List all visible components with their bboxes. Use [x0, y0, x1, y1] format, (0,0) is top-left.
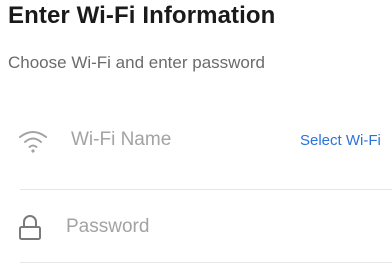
- wifi-name-field[interactable]: Wi-Fi Name Select Wi-Fi: [0, 118, 392, 166]
- wifi-icon: [18, 128, 48, 159]
- password-field[interactable]: Password: [0, 206, 392, 254]
- wifi-name-placeholder: Wi-Fi Name: [71, 129, 172, 150]
- page-subtitle: Choose Wi-Fi and enter password: [8, 53, 266, 72]
- password-placeholder: Password: [66, 216, 150, 237]
- select-wifi-link[interactable]: Select Wi-Fi: [300, 132, 381, 149]
- divider: [20, 189, 392, 190]
- divider: [20, 262, 392, 263]
- page-title: Enter Wi-Fi Information: [8, 2, 276, 29]
- lock-icon: [18, 214, 42, 247]
